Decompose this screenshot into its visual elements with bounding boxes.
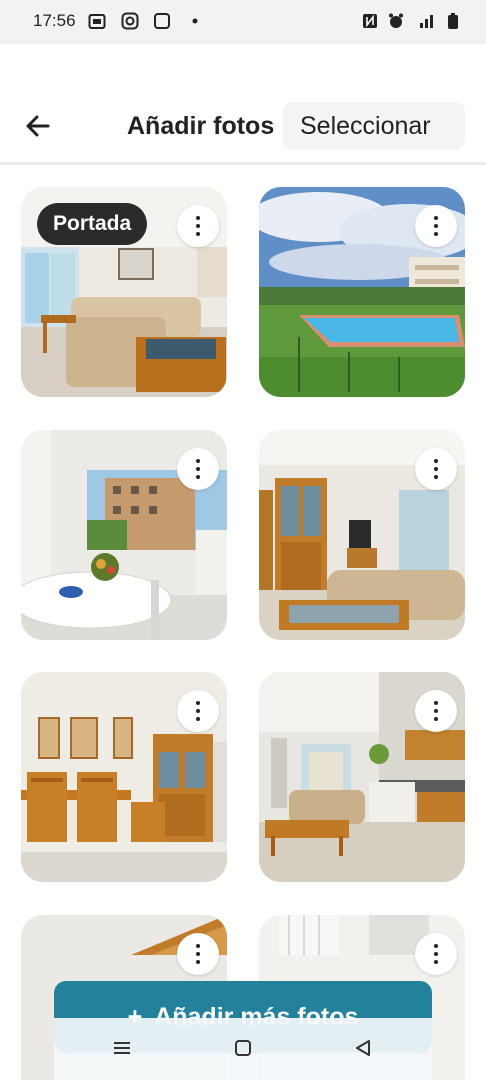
screen-record-icon xyxy=(154,13,170,29)
more-options-icon[interactable] xyxy=(415,690,457,732)
photo-tile-3[interactable] xyxy=(21,430,227,640)
page-title: Añadir fotos xyxy=(127,112,275,140)
more-options-icon[interactable] xyxy=(177,448,219,490)
system-nav-bar xyxy=(54,1018,432,1080)
photo-tile-1[interactable]: Portada xyxy=(21,187,227,397)
calendar-icon xyxy=(88,14,106,29)
alarm-icon xyxy=(389,13,403,28)
photo-tile-2[interactable] xyxy=(259,187,465,397)
more-options-icon[interactable] xyxy=(177,205,219,247)
home-icon[interactable] xyxy=(233,1038,253,1058)
photo-tile-5[interactable] xyxy=(21,672,227,882)
recent-apps-icon[interactable] xyxy=(112,1038,132,1058)
signal-icon xyxy=(420,15,433,28)
instagram-icon xyxy=(121,12,139,30)
nfc-icon xyxy=(363,14,377,28)
back-triangle-icon[interactable] xyxy=(353,1038,373,1058)
dot-icon xyxy=(192,18,198,24)
more-options-icon[interactable] xyxy=(415,933,457,975)
photo-tile-4[interactable] xyxy=(259,430,465,640)
app-header: Añadir fotos Seleccionar xyxy=(0,90,486,160)
select-button[interactable]: Seleccionar xyxy=(283,102,465,150)
more-options-icon[interactable] xyxy=(415,205,457,247)
battery-icon xyxy=(448,13,458,29)
cover-badge: Portada xyxy=(37,203,148,245)
status-bar: 17:56 xyxy=(0,0,486,44)
more-options-icon[interactable] xyxy=(177,690,219,732)
status-time: 17:56 xyxy=(33,11,76,30)
more-options-icon[interactable] xyxy=(415,448,457,490)
header-divider xyxy=(0,162,486,165)
photo-tile-6[interactable] xyxy=(259,672,465,882)
back-arrow-icon[interactable] xyxy=(22,110,54,142)
more-options-icon[interactable] xyxy=(177,933,219,975)
